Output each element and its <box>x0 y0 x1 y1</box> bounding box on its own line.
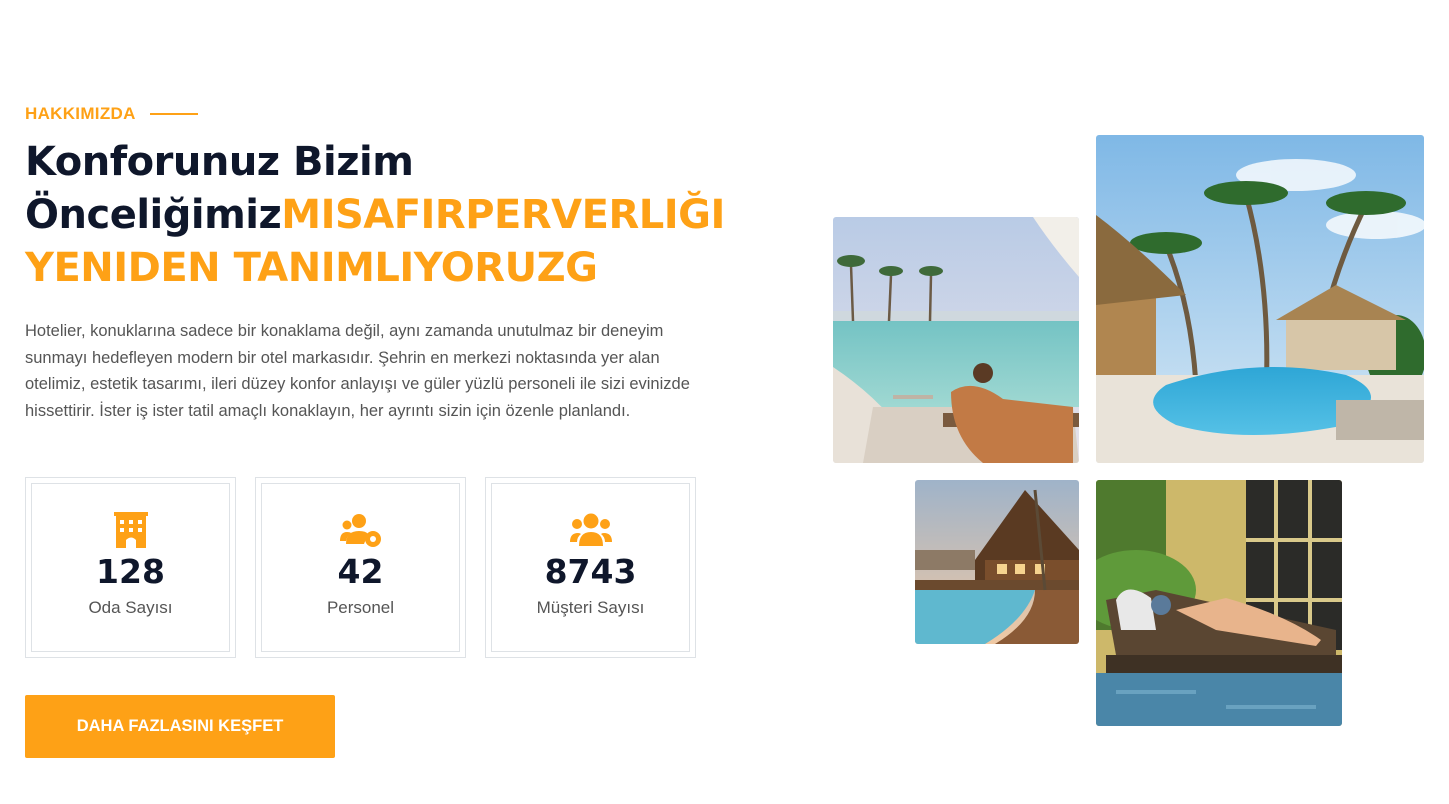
stat-card-inner: 42 Personel <box>261 483 460 652</box>
section-eyebrow: HAKKIMIZDA <box>25 104 198 124</box>
stat-label: Oda Sayısı <box>88 598 173 617</box>
eyebrow-line <box>149 113 198 115</box>
stat-label: Personel <box>326 598 395 617</box>
eyebrow-label: HAKKIMIZDA <box>25 104 136 123</box>
about-description: Hotelier, konuklarına sadece bir konakla… <box>25 322 690 420</box>
hotel-icon <box>113 512 148 548</box>
sunbed-relaxing-photo[interactable] <box>1096 480 1342 726</box>
palm-resort-pool-photo[interactable] <box>1096 135 1424 463</box>
users-icon <box>569 513 612 546</box>
stat-card-rooms: 128 Oda Sayısı <box>25 477 236 658</box>
stat-value: 42 <box>337 552 384 591</box>
users-cog-icon <box>339 514 381 547</box>
wooden-hut-pool-photo[interactable] <box>915 480 1079 644</box>
stat-value: 128 <box>96 552 165 591</box>
pool-lounge-photo[interactable] <box>833 217 1079 463</box>
stat-label: Müşteri Sayısı <box>536 598 645 617</box>
stat-card-customers: 8743 Müşteri Sayısı <box>485 477 696 658</box>
stat-card-staff: 42 Personel <box>255 477 466 658</box>
explore-more-button[interactable]: DAHA FAZLASINI KEŞFET <box>25 695 335 758</box>
about-title: Konforunuz Bizim ÖnceliğimizMISAFIRPERVE… <box>25 136 815 295</box>
stat-card-inner: 8743 Müşteri Sayısı <box>491 483 690 652</box>
stat-value: 8743 <box>544 552 637 591</box>
stat-card-inner: 128 Oda Sayısı <box>31 483 230 652</box>
